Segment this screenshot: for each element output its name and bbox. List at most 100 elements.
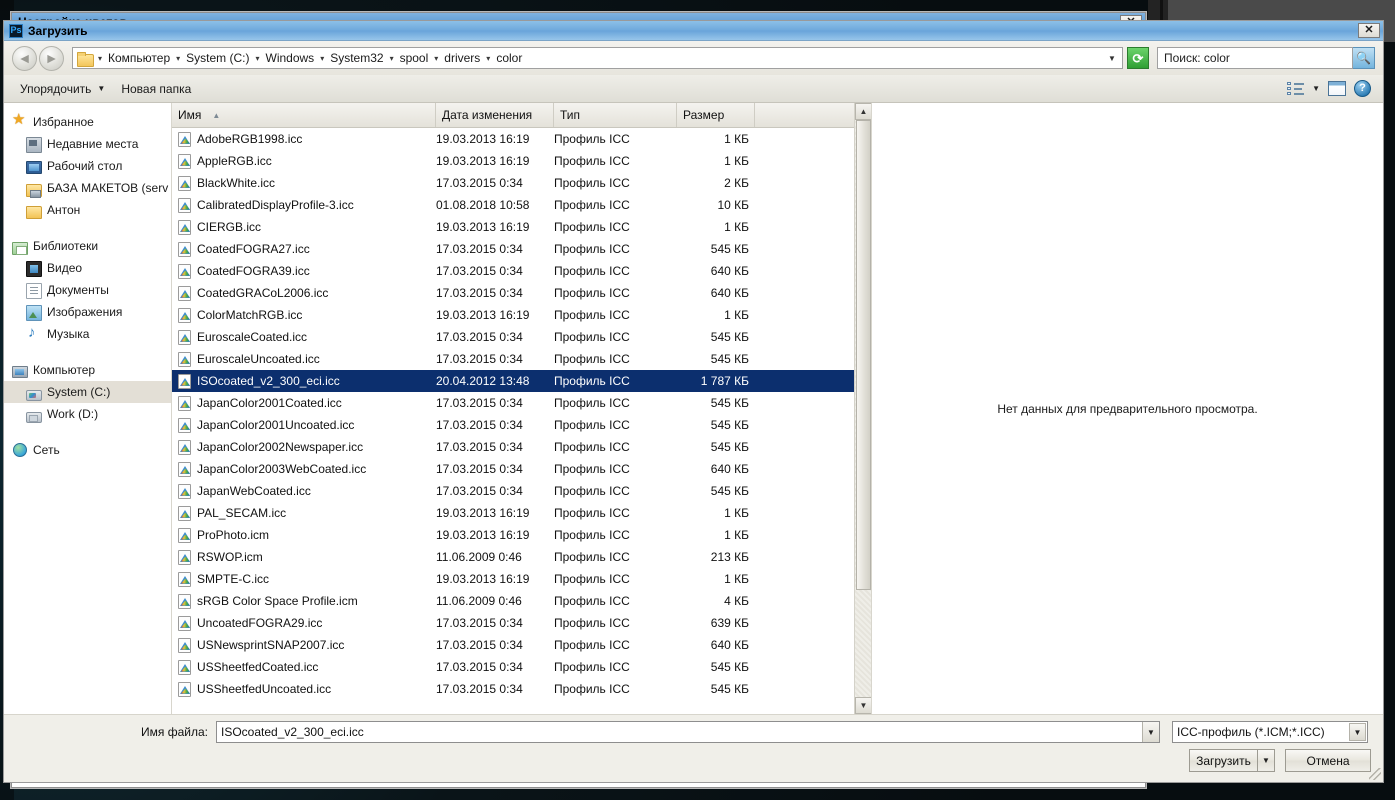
breadcrumb-item-1[interactable]: System (C:) bbox=[183, 50, 252, 66]
sidebar-item-label: Рабочий стол bbox=[47, 159, 123, 173]
breadcrumb-separator[interactable]: ▾ bbox=[387, 54, 397, 63]
sidebar-item-work-d[interactable]: Work (D:) bbox=[4, 403, 171, 425]
table-row[interactable]: EuroscaleCoated.icc 17.03.2015 0:34 Профил… bbox=[172, 326, 871, 348]
breadcrumb-item-0[interactable]: Компьютер bbox=[105, 50, 173, 66]
table-row[interactable]: PAL_SECAM.icc 19.03.2013 16:19 Профиль ICC… bbox=[172, 502, 871, 524]
preview-pane-icon[interactable] bbox=[1328, 81, 1346, 96]
table-row[interactable]: USSheetfedCoated.icc 17.03.2015 0:34 Профи… bbox=[172, 656, 871, 678]
organize-button[interactable]: Упорядочить ▼ bbox=[12, 79, 113, 99]
search-icon[interactable]: 🔍 bbox=[1353, 47, 1375, 69]
table-row[interactable]: BlackWhite.icc 17.03.2015 0:34 Профиль ICC… bbox=[172, 172, 871, 194]
cancel-button[interactable]: Отмена bbox=[1285, 749, 1371, 772]
breadcrumb-separator[interactable]: ▾ bbox=[431, 54, 441, 63]
table-row[interactable]: JapanWebCoated.icc 17.03.2015 0:34 Профиль… bbox=[172, 480, 871, 502]
pictures-icon bbox=[26, 305, 42, 321]
column-header-size[interactable]: Размер bbox=[677, 103, 755, 127]
sidebar-item-network-share[interactable]: БАЗА МАКЕТОВ (serv bbox=[4, 177, 171, 199]
filename-dropdown-icon[interactable]: ▼ bbox=[1142, 722, 1159, 742]
table-row[interactable]: ISOcoated_v2_300_eci.icc 20.04.2012 13:48… bbox=[172, 370, 871, 392]
sidebar-item-recent-places[interactable]: Недавние места bbox=[4, 133, 171, 155]
table-row[interactable]: CIERGB.icc 19.03.2013 16:19 Профиль ICC 1 К… bbox=[172, 216, 871, 238]
file-list-scrollbar[interactable]: ▲ ▼ bbox=[854, 103, 871, 714]
file-date-cell: 17.03.2015 0:34 bbox=[436, 660, 523, 674]
table-row[interactable]: RSWOP.icm 11.06.2009 0:46 Профиль ICC 213 К… bbox=[172, 546, 871, 568]
scroll-up-button[interactable]: ▲ bbox=[855, 103, 871, 120]
load-button[interactable]: Загрузить bbox=[1189, 749, 1257, 772]
refresh-button[interactable]: ⟳ bbox=[1127, 47, 1149, 69]
resize-grip[interactable] bbox=[1369, 768, 1381, 780]
breadcrumb-item-2[interactable]: Windows bbox=[263, 50, 318, 66]
breadcrumb-item-3[interactable]: System32 bbox=[327, 50, 386, 66]
table-row[interactable]: ProPhoto.icm 19.03.2013 16:19 Профиль ICC 1… bbox=[172, 524, 871, 546]
address-dropdown-icon[interactable]: ▼ bbox=[1104, 48, 1120, 68]
column-header-type[interactable]: Тип bbox=[554, 103, 677, 127]
table-row[interactable]: JapanColor2001Coated.icc 17.03.2015 0:34 П… bbox=[172, 392, 871, 414]
sidebar-item-anton[interactable]: Антон bbox=[4, 199, 171, 221]
file-type-cell: Профиль ICC bbox=[554, 660, 630, 674]
breadcrumb-separator[interactable]: ▾ bbox=[173, 54, 183, 63]
column-header-name[interactable]: Имя ▲ bbox=[172, 103, 436, 127]
file-name-cell: PAL_SECAM.icc bbox=[172, 505, 436, 521]
file-date-cell: 19.03.2013 16:19 bbox=[436, 154, 530, 168]
breadcrumb-separator[interactable]: ▾ bbox=[483, 54, 493, 63]
table-row[interactable]: USNewsprintSNAP2007.icc 17.03.2015 0:34 Пр… bbox=[172, 634, 871, 656]
table-row[interactable]: JapanColor2001Uncoated.icc 17.03.2015 0:3… bbox=[172, 414, 871, 436]
views-icon[interactable] bbox=[1287, 81, 1305, 96]
table-row[interactable]: UncoatedFOGRA29.icc 17.03.2015 0:34 Профил… bbox=[172, 612, 871, 634]
breadcrumb-item-5[interactable]: drivers bbox=[441, 50, 483, 66]
file-name-cell: JapanColor2001Coated.icc bbox=[172, 395, 436, 411]
sidebar-group-network[interactable]: Сеть bbox=[4, 439, 171, 461]
file-name-label: USNewsprintSNAP2007.icc bbox=[197, 638, 345, 652]
breadcrumb-item-4[interactable]: spool bbox=[397, 50, 432, 66]
table-row[interactable]: SMPTE-C.icc 19.03.2013 16:19 Профиль ICC 1 … bbox=[172, 568, 871, 590]
table-row[interactable]: JapanColor2002Newspaper.icc 17.03.2015 0:… bbox=[172, 436, 871, 458]
back-button[interactable]: ◄ bbox=[12, 45, 37, 71]
sidebar-item-pictures[interactable]: Изображения bbox=[4, 301, 171, 323]
table-row[interactable]: AppleRGB.icc 19.03.2013 16:19 Профиль ICC 1… bbox=[172, 150, 871, 172]
breadcrumb-separator[interactable]: ▾ bbox=[252, 54, 262, 63]
search-input[interactable]: Поиск: color bbox=[1157, 47, 1353, 69]
new-folder-button[interactable]: Новая папка bbox=[113, 79, 199, 99]
table-row[interactable]: CoatedFOGRA27.icc 17.03.2015 0:34 Профиль … bbox=[172, 238, 871, 260]
breadcrumb-separator[interactable]: ▾ bbox=[95, 54, 105, 63]
filename-label: Имя файла: bbox=[141, 725, 208, 739]
sidebar-item-desktop[interactable]: Рабочий стол bbox=[4, 155, 171, 177]
load-dropdown-icon[interactable]: ▼ bbox=[1257, 749, 1275, 772]
table-row[interactable]: sRGB Color Space Profile.icm 11.06.2009 0… bbox=[172, 590, 871, 612]
preview-empty-message: Нет данных для предварительного просмотр… bbox=[997, 401, 1258, 416]
icc-profile-icon bbox=[178, 615, 191, 631]
sidebar-group-libraries[interactable]: Библиотеки bbox=[4, 235, 171, 257]
file-size-cell: 1 КБ bbox=[724, 528, 749, 542]
sidebar-group-computer[interactable]: Компьютер bbox=[4, 359, 171, 381]
table-row[interactable]: ColorMatchRGB.icc 19.03.2013 16:19 Профиль… bbox=[172, 304, 871, 326]
help-icon[interactable]: ? bbox=[1354, 80, 1371, 97]
sidebar-item-music[interactable]: Музыка bbox=[4, 323, 171, 345]
sidebar-item-documents[interactable]: Документы bbox=[4, 279, 171, 301]
address-breadcrumb-bar[interactable]: ▾ Компьютер ▾ System (C:) ▾ Windows ▾ Sy… bbox=[72, 47, 1123, 69]
views-chevron-down-icon[interactable]: ▼ bbox=[1312, 84, 1320, 93]
table-row[interactable]: CalibratedDisplayProfile-3.icc 01.08.2018… bbox=[172, 194, 871, 216]
sidebar-group-favorites[interactable]: Избранное bbox=[4, 111, 171, 133]
sidebar-item-label: Work (D:) bbox=[47, 407, 99, 421]
scrollbar-thumb[interactable] bbox=[856, 120, 871, 590]
breadcrumb-item-6[interactable]: color bbox=[493, 50, 525, 66]
column-header-date[interactable]: Дата изменения bbox=[436, 103, 554, 127]
sidebar-item-system-c[interactable]: System (C:) bbox=[4, 381, 171, 403]
table-row[interactable]: JapanColor2003WebCoated.icc 17.03.2015 0:… bbox=[172, 458, 871, 480]
scrollbar-track[interactable] bbox=[855, 120, 871, 697]
dialog-close-button[interactable]: ✕ bbox=[1358, 23, 1380, 38]
forward-button[interactable]: ► bbox=[39, 45, 64, 71]
filetype-dropdown-icon[interactable]: ▼ bbox=[1349, 723, 1366, 741]
table-row[interactable]: CoatedFOGRA39.icc 17.03.2015 0:34 Профиль … bbox=[172, 260, 871, 282]
sidebar-item-video[interactable]: Видео bbox=[4, 257, 171, 279]
scroll-down-button[interactable]: ▼ bbox=[855, 697, 871, 714]
filename-input[interactable]: ISOcoated_v2_300_eci.icc ▼ bbox=[216, 721, 1160, 743]
table-row[interactable]: AdobeRGB1998.icc 19.03.2013 16:19 Профиль … bbox=[172, 128, 871, 150]
table-row[interactable]: USSheetfedUncoated.icc 17.03.2015 0:34 Про… bbox=[172, 678, 871, 700]
table-row[interactable]: CoatedGRACoL2006.icc 17.03.2015 0:34 Профи… bbox=[172, 282, 871, 304]
table-row[interactable]: EuroscaleUncoated.icc 17.03.2015 0:34 Проф… bbox=[172, 348, 871, 370]
filetype-select[interactable]: ICC-профиль (*.ICM;*.ICC) ▼ bbox=[1172, 721, 1368, 743]
breadcrumb-separator[interactable]: ▾ bbox=[317, 54, 327, 63]
star-icon bbox=[12, 112, 28, 130]
file-name-label: JapanColor2001Coated.icc bbox=[197, 396, 342, 410]
